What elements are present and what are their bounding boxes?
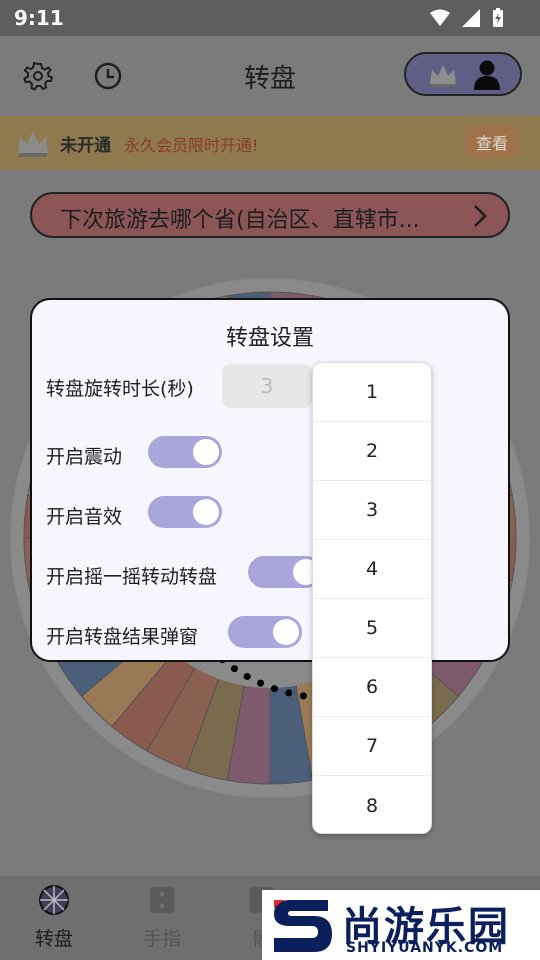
signal-icon bbox=[462, 9, 480, 27]
dropdown-option[interactable]: 7 bbox=[313, 717, 431, 776]
wheel-settings-dialog: 转盘设置 转盘旋转时长(秒) 3 开启震动 开启音效 开启摇一摇转动转盘 开启转… bbox=[30, 298, 510, 662]
nav-label: 转盘 bbox=[34, 928, 73, 950]
battery-icon bbox=[493, 8, 503, 27]
dropdown-option[interactable]: 4 bbox=[313, 540, 431, 599]
logo-s-icon bbox=[274, 900, 332, 952]
wheel-dot bbox=[285, 689, 293, 697]
question-selector[interactable]: 下次旅游去哪个省(自治区、直辖市... bbox=[30, 192, 510, 238]
dropdown-option[interactable]: 1 bbox=[313, 363, 431, 422]
watermark: 尚游乐园 SHYIYUANYK.COM bbox=[262, 890, 540, 960]
chevron-right-icon bbox=[474, 205, 487, 227]
shake-label: 开启摇一摇转动转盘 bbox=[46, 566, 218, 588]
nav-item-finger[interactable]: 手指 bbox=[122, 884, 202, 951]
vibration-toggle[interactable] bbox=[148, 436, 222, 468]
wheel-dot bbox=[230, 665, 238, 673]
result-popup-label: 开启转盘结果弹窗 bbox=[46, 626, 199, 648]
vibration-label: 开启震动 bbox=[46, 446, 123, 468]
user-icon bbox=[474, 60, 500, 90]
dropdown-option[interactable]: 8 bbox=[313, 776, 431, 833]
wheel-dot bbox=[243, 672, 251, 680]
status-icons bbox=[430, 8, 504, 28]
crown-icon bbox=[18, 131, 48, 157]
duration-label: 转盘旋转时长(秒) bbox=[46, 378, 194, 400]
sound-toggle[interactable] bbox=[148, 496, 222, 528]
membership-banner: 未开通 永久会员限时开通! 查看 bbox=[0, 116, 540, 170]
watermark-url: SHYIYUANYK.COM bbox=[346, 940, 504, 956]
toggle-knob bbox=[273, 619, 299, 645]
vip-profile-button[interactable] bbox=[404, 52, 522, 96]
toggle-knob bbox=[193, 499, 219, 525]
question-text: 下次旅游去哪个省(自治区、直辖市... bbox=[60, 208, 420, 233]
nav-item-wheel[interactable]: 转盘 bbox=[14, 884, 94, 951]
sound-label: 开启音效 bbox=[46, 506, 123, 528]
membership-promo: 永久会员限时开通! bbox=[124, 136, 259, 155]
duration-dropdown: 1 2 3 4 5 6 7 8 bbox=[312, 362, 432, 834]
app-header: 转盘 bbox=[0, 36, 540, 116]
wheel-dot bbox=[270, 685, 278, 693]
dropdown-option[interactable]: 5 bbox=[313, 599, 431, 658]
status-time: 9:11 bbox=[14, 6, 64, 30]
dropdown-option[interactable]: 2 bbox=[313, 422, 431, 481]
wheel-dot bbox=[299, 692, 307, 700]
dice-icon bbox=[150, 887, 174, 913]
wifi-icon bbox=[430, 9, 450, 26]
result-popup-toggle[interactable] bbox=[228, 616, 302, 648]
status-bar: 9:11 bbox=[0, 0, 540, 36]
shake-toggle[interactable] bbox=[248, 556, 322, 588]
dialog-title: 转盘设置 bbox=[225, 326, 314, 351]
view-button[interactable]: 查看 bbox=[466, 126, 518, 158]
wheel-icon bbox=[39, 885, 69, 915]
duration-select[interactable]: 3 bbox=[222, 364, 312, 408]
membership-status: 未开通 bbox=[60, 136, 111, 156]
wheel-dot bbox=[257, 679, 265, 687]
crown-icon bbox=[430, 65, 456, 87]
toggle-knob bbox=[193, 439, 219, 465]
dropdown-option[interactable]: 3 bbox=[313, 481, 431, 540]
nav-label: 手指 bbox=[142, 928, 181, 950]
dropdown-option[interactable]: 6 bbox=[313, 658, 431, 717]
